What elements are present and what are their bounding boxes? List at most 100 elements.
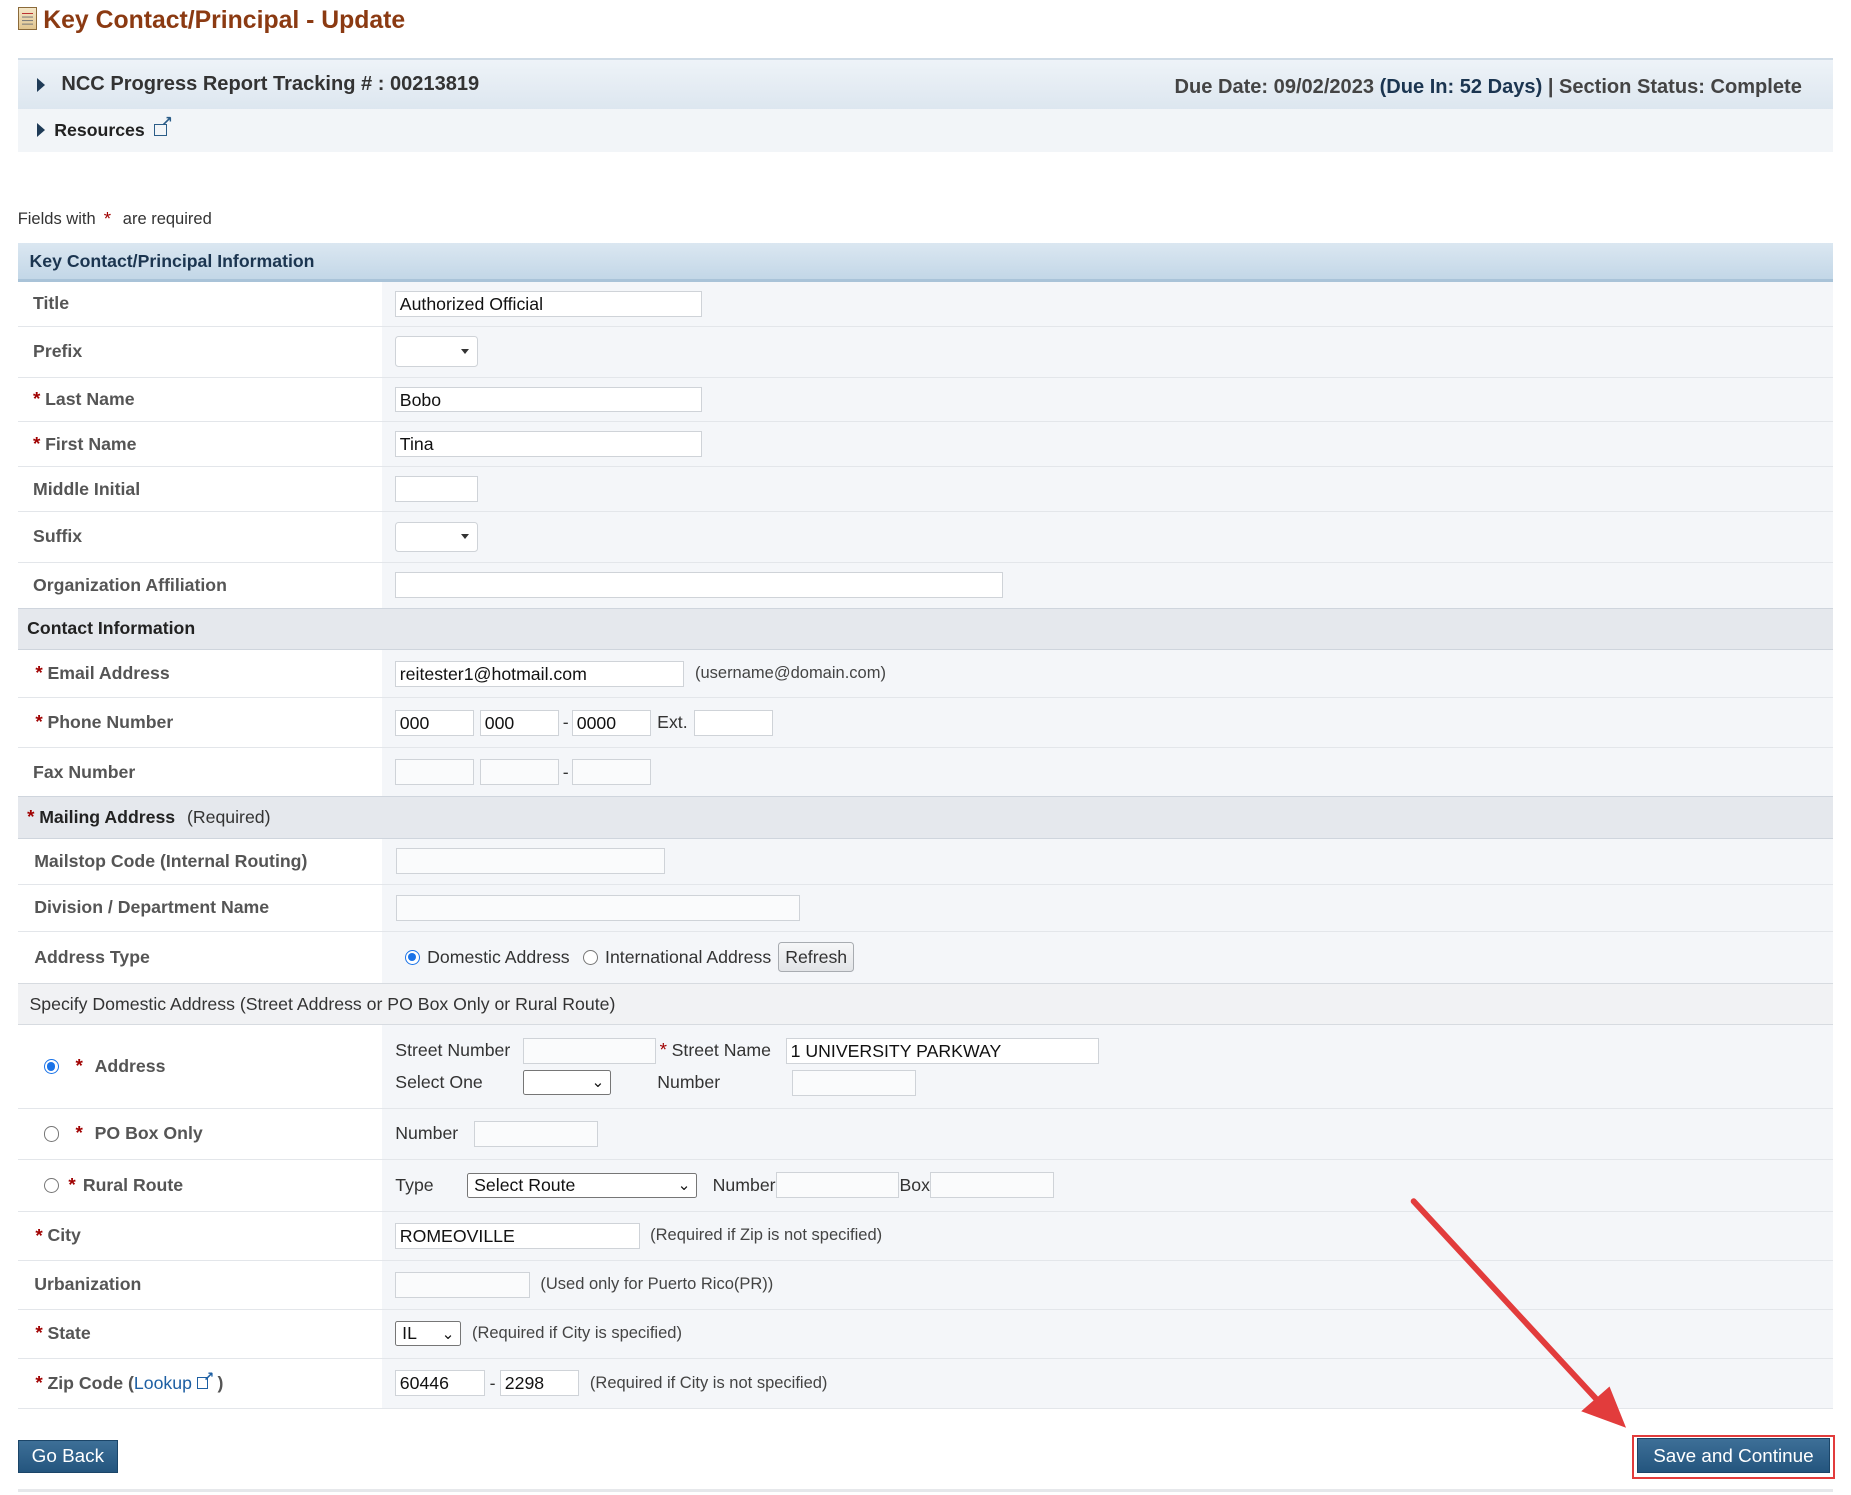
chevron-down-icon: ⌄	[441, 1325, 455, 1343]
city-hint: (Required if Zip is not specified)	[650, 1226, 883, 1245]
prefix-select[interactable]	[395, 336, 478, 368]
resources-bar: Resources	[17, 108, 1833, 153]
required-star-icon: *	[35, 1322, 43, 1344]
title-label: Title	[17, 282, 383, 326]
urbanization-hint: (Used only for Puerto Rico(PR))	[540, 1275, 774, 1294]
address-type-label: Address Type	[17, 932, 383, 983]
international-address-radio[interactable]	[582, 949, 598, 966]
due-status: Due Date: 09/02/2023 (Due In: 52 Days) |…	[1175, 76, 1802, 99]
last-name-label: * Last Name	[17, 377, 383, 422]
zip-ext-input[interactable]: 2298	[500, 1370, 580, 1397]
due-date: Due Date: 09/02/2023	[1174, 76, 1375, 99]
street-number-input[interactable]	[522, 1037, 657, 1064]
fax-line-input[interactable]	[572, 759, 652, 786]
po-number-input[interactable]	[474, 1120, 599, 1147]
required-star-icon: *	[27, 806, 35, 828]
route-type-select[interactable]: Select Route ⌄	[467, 1172, 698, 1198]
division-input[interactable]	[396, 894, 800, 921]
po-box-radio[interactable]	[43, 1126, 59, 1142]
zip-code-label: * Zip Code (Lookup)	[17, 1359, 383, 1408]
refresh-button[interactable]: Refresh	[778, 942, 855, 973]
fax-label: Fax Number	[17, 748, 383, 797]
go-back-button[interactable]: Go Back	[17, 1439, 118, 1473]
required-star-icon: *	[35, 1371, 43, 1393]
title-input[interactable]: Authorized Official	[395, 290, 703, 317]
zip-input[interactable]: 60446	[395, 1370, 485, 1397]
address-option: * Address	[17, 1025, 383, 1109]
chevron-down-icon: ⌄	[677, 1177, 691, 1194]
address-radio[interactable]	[43, 1058, 59, 1075]
zip-lookup-link[interactable]: Lookup	[134, 1369, 214, 1394]
phone-area-input[interactable]: 000	[395, 709, 475, 736]
route-type-label: Type	[395, 1174, 434, 1195]
external-link-icon	[154, 114, 172, 137]
unit-number-input[interactable]	[791, 1069, 916, 1096]
mailstop-input[interactable]	[396, 848, 666, 875]
document-icon	[17, 7, 38, 31]
required-star-icon: *	[33, 432, 41, 454]
number-label: Number	[657, 1072, 721, 1093]
first-name-input[interactable]: Tina	[395, 431, 703, 458]
city-input[interactable]: ROMEOVILLE	[395, 1222, 640, 1249]
key-contact-form: Key Contact/Principal Information Title …	[17, 243, 1833, 1409]
required-star-icon: *	[35, 711, 43, 733]
phone-ext-input[interactable]	[693, 709, 773, 736]
tracking-bar[interactable]: NCC Progress Report Tracking # : 0021381…	[17, 57, 1833, 111]
box-label: Box	[899, 1174, 930, 1195]
page-title: Key Contact/Principal - Update	[17, 7, 405, 35]
ext-label: Ext.	[657, 712, 688, 733]
fax-area-input[interactable]	[395, 759, 475, 786]
city-label: * City	[17, 1211, 383, 1261]
rural-route-radio[interactable]	[43, 1177, 59, 1193]
suffix-label: Suffix	[17, 512, 383, 562]
mailing-section-header: * Mailing Address (Required)	[17, 796, 1833, 839]
street-name-input[interactable]: 1 UNIVERSITY PARKWAY	[786, 1037, 1099, 1064]
save-and-continue-button[interactable]: Save and Continue	[1636, 1438, 1831, 1473]
external-link-icon	[196, 1369, 214, 1389]
status-separator: |	[1547, 76, 1554, 99]
section-status: Section Status: Complete	[1559, 76, 1802, 99]
expand-triangle-icon[interactable]	[36, 77, 45, 92]
rural-route-option: * Rural Route	[17, 1159, 383, 1211]
division-label: Division / Department Name	[17, 884, 383, 932]
email-hint: (username@domain.com)	[694, 664, 886, 683]
first-name-label: * First Name	[17, 422, 383, 467]
international-address-label: International Address	[605, 946, 772, 967]
required-star-icon: *	[35, 1224, 43, 1246]
required-star-icon: *	[35, 662, 43, 684]
urbanization-input[interactable]	[395, 1271, 530, 1298]
tracking-number: NCC Progress Report Tracking # : 0021381…	[61, 72, 480, 95]
rr-number-input[interactable]	[775, 1172, 900, 1199]
footer-divider	[17, 1489, 1833, 1492]
fax-dash: -	[562, 761, 569, 782]
suffix-select[interactable]	[395, 521, 478, 553]
zip-dash: -	[489, 1372, 496, 1393]
street-number-label: Street Number	[395, 1040, 511, 1061]
middle-initial-input[interactable]	[395, 476, 478, 503]
required-star-icon: *	[75, 1122, 83, 1144]
org-affiliation-label: Organization Affiliation	[17, 562, 383, 608]
resources-link[interactable]: Resources	[54, 114, 172, 141]
org-affiliation-input[interactable]	[395, 572, 1003, 599]
expand-triangle-icon[interactable]	[36, 122, 45, 137]
rr-number-label: Number	[712, 1174, 776, 1195]
last-name-input[interactable]: Bobo	[395, 386, 703, 413]
phone-prefix-input[interactable]: 000	[480, 709, 560, 736]
required-star-icon: *	[659, 1039, 667, 1061]
domestic-address-radio[interactable]	[404, 949, 421, 966]
domestic-address-label: Domestic Address	[427, 946, 570, 967]
zip-hint: (Required if City is not specified)	[589, 1373, 828, 1392]
required-star-icon: *	[75, 1055, 83, 1077]
street-type-select[interactable]: ⌄	[522, 1070, 612, 1095]
box-input[interactable]	[929, 1172, 1054, 1199]
middle-initial-label: Middle Initial	[17, 467, 383, 512]
select-one-label: Select One	[395, 1072, 483, 1093]
email-input[interactable]: reitester1@hotmail.com	[395, 660, 685, 687]
fax-prefix-input[interactable]	[480, 759, 560, 786]
required-star-icon: *	[68, 1173, 76, 1195]
state-select[interactable]: IL ⌄	[395, 1321, 462, 1347]
street-name-label: Street Name	[671, 1040, 771, 1061]
phone-line-input[interactable]: 0000	[572, 709, 652, 736]
required-star-icon: *	[33, 388, 41, 410]
phone-label: * Phone Number	[17, 698, 383, 748]
